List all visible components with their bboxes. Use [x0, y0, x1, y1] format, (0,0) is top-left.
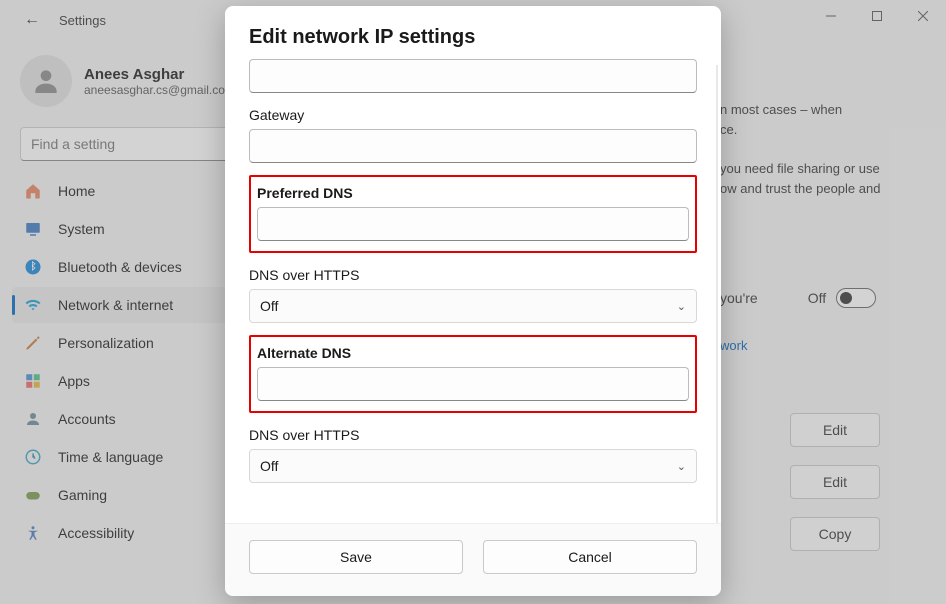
- settings-window: ← Settings Anees Asghar aneesasghar.cs@g…: [0, 0, 946, 604]
- doh1-label: DNS over HTTPS: [249, 267, 697, 283]
- doh1-select[interactable]: Off ⌄: [249, 289, 697, 323]
- preferred-dns-label: Preferred DNS: [257, 185, 689, 201]
- alternate-dns-highlight: Alternate DNS: [249, 335, 697, 413]
- chevron-down-icon: ⌄: [677, 460, 686, 473]
- alternate-dns-label: Alternate DNS: [257, 345, 689, 361]
- gateway-input[interactable]: [249, 129, 697, 163]
- doh2-value: Off: [260, 458, 278, 474]
- ip-settings-modal: Edit network IP settings Gateway Preferr…: [225, 6, 721, 596]
- modal-title: Edit network IP settings: [225, 6, 721, 55]
- modal-footer: Save Cancel: [225, 523, 721, 596]
- chevron-down-icon: ⌄: [677, 300, 686, 313]
- doh1-value: Off: [260, 298, 278, 314]
- doh2-select[interactable]: Off ⌄: [249, 449, 697, 483]
- prev-field-input[interactable]: [249, 59, 697, 93]
- preferred-dns-input[interactable]: [257, 207, 689, 241]
- modal-body[interactable]: Gateway Preferred DNS DNS over HTTPS Off…: [225, 55, 721, 523]
- doh2-label: DNS over HTTPS: [249, 427, 697, 443]
- preferred-dns-highlight: Preferred DNS: [249, 175, 697, 253]
- cancel-button[interactable]: Cancel: [483, 540, 697, 574]
- scrollbar-track[interactable]: [716, 65, 718, 523]
- alternate-dns-input[interactable]: [257, 367, 689, 401]
- save-button[interactable]: Save: [249, 540, 463, 574]
- gateway-label: Gateway: [249, 107, 697, 123]
